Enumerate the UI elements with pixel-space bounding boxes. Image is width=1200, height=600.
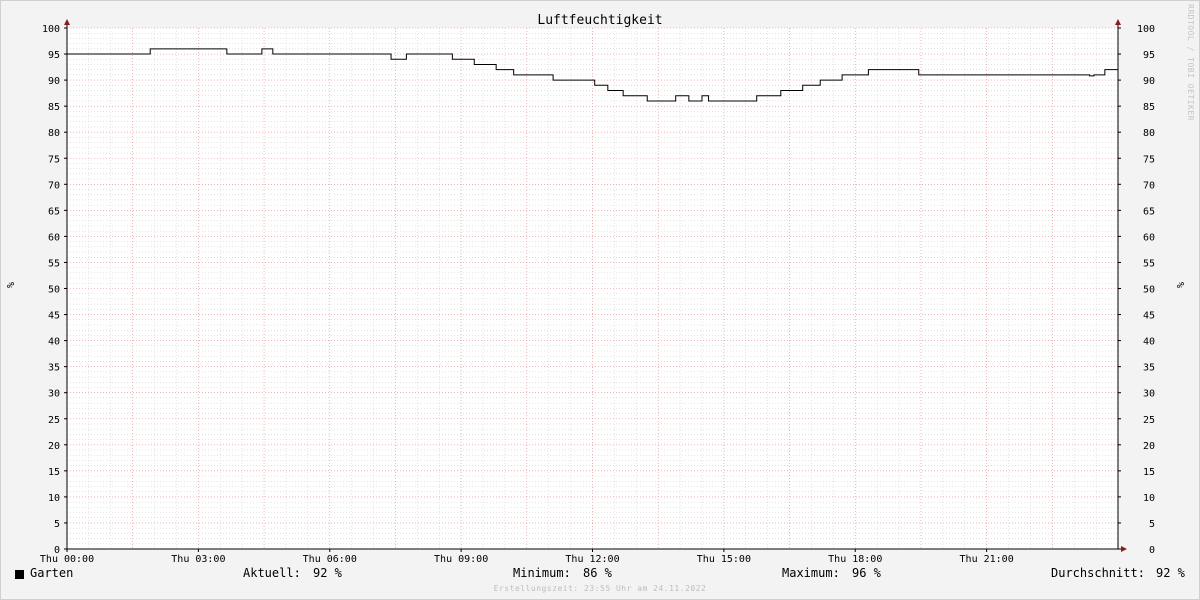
y-axis-arrow-left	[64, 19, 70, 25]
legend-avg-label: Durchschnitt:	[1051, 566, 1145, 580]
y-axis-arrow-right	[1115, 19, 1121, 25]
x-axis-arrow	[1121, 546, 1127, 552]
legend-current-value: 92 %	[313, 566, 342, 580]
y-tick-label-right: 20	[1143, 441, 1155, 452]
y-axis-left: 0510152025303540455055606570758085909510…	[42, 24, 67, 556]
legend-min-value: 86 %	[583, 566, 612, 580]
y-tick-label-left: 45	[48, 311, 60, 322]
y-tick-label-left: 5	[54, 519, 60, 530]
chart-title: Luftfeuchtigkeit	[537, 13, 662, 28]
y-axis-label-right: %	[1174, 282, 1185, 289]
watermark: RRDTOOL / TOBI OETIKER	[1186, 4, 1195, 121]
y-tick-label-right: 95	[1143, 50, 1155, 61]
y-tick-label-right: 50	[1143, 285, 1155, 296]
y-tick-label-right: 85	[1143, 102, 1155, 113]
chart: Luftfeuchtigkeit 0 5 10 15 20 25 30 35 40 45 50 55 6…	[40, 13, 1155, 565]
y-tick-label-left: 70	[48, 180, 60, 191]
y-tick-label-right: 55	[1143, 258, 1155, 269]
y-tick-label-right: 35	[1143, 363, 1155, 374]
y-tick-label-left: 75	[48, 154, 60, 165]
y-tick-label-right: 15	[1143, 467, 1155, 478]
x-tick-label: Thu 00:00	[40, 554, 94, 565]
y-tick-label-right: 70	[1143, 180, 1155, 191]
x-axis: Thu 00:00 Thu 03:00 Thu 06:00 Thu 09:00 Thu …	[40, 549, 1014, 565]
x-tick-label: Thu 18:00	[828, 554, 882, 565]
y-tick-label-left: 65	[48, 206, 60, 217]
y-tick-label-right: 30	[1143, 389, 1155, 400]
y-tick-label-right: 100	[1137, 24, 1155, 35]
legend: Garten Aktuell: 92 % Minimum: 86 % Maxim…	[0, 566, 1200, 586]
y-tick-label-left: 85	[48, 102, 60, 113]
y-tick-label-right: 60	[1143, 232, 1155, 243]
y-tick-label-right: 80	[1143, 128, 1155, 139]
creation-time: Erstellungszeit: 23:55 Uhr am 24.11.2022	[493, 584, 707, 593]
y-tick-label-left: 35	[48, 363, 60, 374]
y-tick-label-left: 10	[48, 493, 60, 504]
x-tick-label: Thu 12:00	[565, 554, 619, 565]
y-tick-label-left: 20	[48, 441, 60, 452]
legend-series-name: Garten	[30, 566, 74, 580]
y-tick-label-right: 40	[1143, 337, 1155, 348]
y-tick-label-right: 0	[1149, 545, 1155, 556]
y-axis-right: 0 5 10 15 20 25 30 35 40 45 50 55 60 65 70 75 80 85 90 95 10…	[1118, 24, 1155, 556]
y-tick-label-left: 60	[48, 232, 60, 243]
y-tick-label-left: 90	[48, 76, 60, 87]
y-tick-label-left: 40	[48, 337, 60, 348]
y-tick-label-left: 50	[48, 285, 60, 296]
legend-min-label: Minimum:	[513, 566, 571, 580]
legend-current-label: Aktuell:	[243, 566, 301, 580]
y-tick-label-left: 30	[48, 389, 60, 400]
y-tick-label-left: 25	[48, 415, 60, 426]
x-tick-label: Thu 21:00	[960, 554, 1014, 565]
y-tick-label-right: 75	[1143, 154, 1155, 165]
legend-max-label: Maximum:	[782, 566, 840, 580]
x-tick-label: Thu 09:00	[434, 554, 488, 565]
x-tick-label: Thu 03:00	[171, 554, 225, 565]
y-tick-label-right: 25	[1143, 415, 1155, 426]
legend-swatch	[15, 570, 24, 579]
legend-avg-value: 92 %	[1156, 566, 1185, 580]
legend-max-value: 96 %	[852, 566, 881, 580]
y-tick-label-right: 90	[1143, 76, 1155, 87]
y-tick-label-right: 65	[1143, 206, 1155, 217]
y-axis-label-left: %	[4, 282, 15, 289]
y-tick-label-right: 45	[1143, 311, 1155, 322]
x-tick-label: Thu 15:00	[697, 554, 751, 565]
y-tick-label-left: 95	[48, 50, 60, 61]
y-tick-label-left: 80	[48, 128, 60, 139]
y-tick-label-left: 15	[48, 467, 60, 478]
y-tick-label-left: 100	[42, 24, 60, 35]
y-tick-label-right: 5	[1149, 519, 1155, 530]
y-tick-label-left: 55	[48, 258, 60, 269]
y-tick-label-right: 10	[1143, 493, 1155, 504]
x-tick-label: Thu 06:00	[303, 554, 357, 565]
